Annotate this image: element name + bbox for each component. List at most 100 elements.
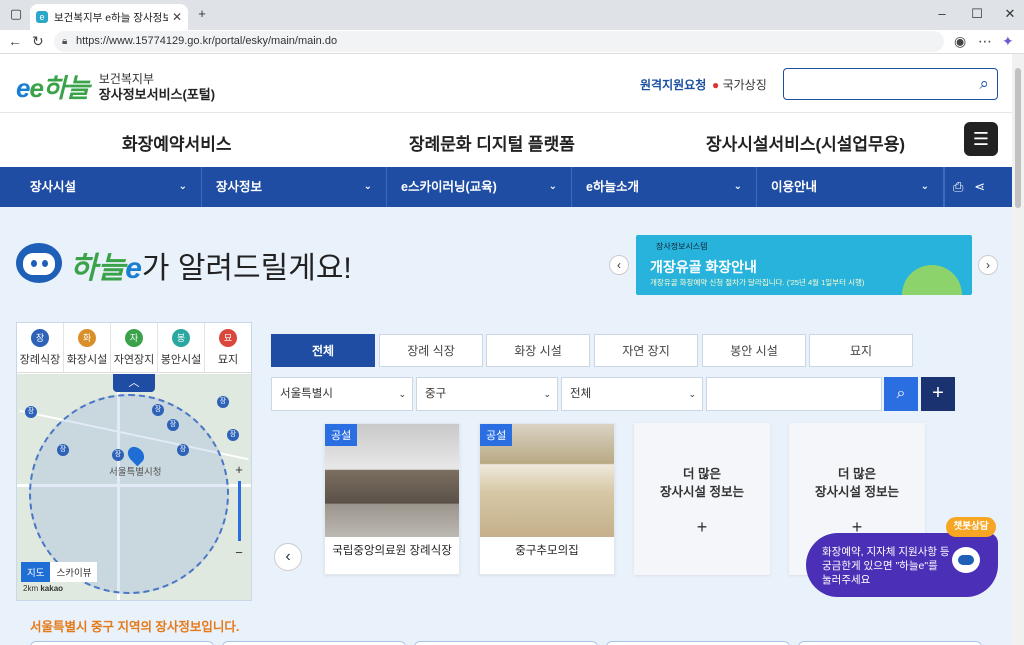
- map-pin[interactable]: 장: [112, 449, 124, 461]
- collapse-icon[interactable]: ︿: [113, 374, 155, 392]
- back-icon[interactable]: ←: [8, 33, 22, 49]
- more-info-card[interactable]: 더 많은 장사시설 정보는 +: [634, 423, 770, 575]
- facility-filter-tabs: 전체 장례 식장 화장 시설 자연 장지 봉안 시설 묘지: [271, 334, 913, 368]
- banner-prev-icon[interactable]: ‹: [609, 255, 629, 275]
- map-pin[interactable]: 장: [152, 404, 164, 416]
- map-canvas[interactable]: 장 장 장 장 장 장 장 장 서울특별시청 ︿ + − 지도 스카이뷰 2km …: [17, 374, 251, 600]
- map-category-tabs: 장 장례식장 화 화장시설 자 자연장지 봉 봉안시설 묘 묘지: [17, 323, 251, 373]
- logo-mark: ee하늘: [16, 73, 90, 103]
- filter-tab-all[interactable]: 전체: [271, 334, 375, 367]
- banner-illustration: [902, 265, 962, 295]
- gnb-elearning[interactable]: e스카이러닝(교육) ⌄: [387, 167, 572, 207]
- map-type-skyview[interactable]: 스카이뷰: [50, 562, 98, 582]
- map-pin[interactable]: 장: [227, 429, 239, 441]
- map-city-label: 서울특별시청: [109, 467, 162, 478]
- facility-card[interactable]: 공설 중구추모의집: [479, 423, 615, 575]
- map-tab-funeral-hall[interactable]: 장 장례식장: [17, 323, 64, 372]
- card-badge: 공설: [480, 424, 513, 446]
- remote-support-link[interactable]: 원격지원요청: [640, 76, 706, 93]
- global-nav-bar: 장사시설 ⌄ 장사정보 ⌄ e스카이러닝(교육) ⌄ e하늘소개 ⌄ 이용안내 ⌄ ⎙ ⋖: [0, 167, 1012, 207]
- notice-banner[interactable]: 장사정보시스템 개장유골 화장안내 개장유골 화장예약 신청 절차가 달라집니다…: [636, 235, 972, 295]
- gnb-about[interactable]: e하늘소개 ⌄: [572, 167, 757, 207]
- type-select[interactable]: 전체 ⌄: [561, 377, 703, 411]
- facility-card[interactable]: 공설 국립중앙의료원 장례식장: [324, 423, 460, 575]
- browser-tab[interactable]: e 보건복지부 e하늘 장사정보서비스 ✕: [30, 4, 188, 30]
- banner-desc: 개장유골 화장예약 신청 절차가 달라집니다. ('25년 4월 1일부터 시행…: [650, 278, 865, 287]
- map-pin[interactable]: 장: [217, 396, 229, 408]
- search-icon[interactable]: ⌕: [979, 74, 989, 94]
- plus-icon: +: [696, 517, 708, 537]
- map-tab-cemetery[interactable]: 묘 묘지: [205, 323, 251, 372]
- map-panel: 장 장례식장 화 화장시설 자 자연장지 봉 봉안시설 묘 묘지 장 장 장 장 장 장 …: [16, 322, 252, 601]
- chevron-down-icon: ⌄: [363, 181, 372, 192]
- more-icon[interactable]: ⋯: [978, 33, 992, 50]
- nav-facility-service[interactable]: 장사시설서비스(시설업무용): [706, 130, 905, 155]
- nav-cremation-reservation[interactable]: 화장예약서비스: [122, 130, 231, 155]
- chevron-down-icon: ⌄: [733, 181, 742, 192]
- hero-heading: 하늘e가 알려드릴게요!: [70, 252, 352, 285]
- map-tab-crematorium[interactable]: 화 화장시설: [64, 323, 111, 372]
- browser-titlebar: ▢ e 보건복지부 e하늘 장사정보서비스 ✕ + – ☐ ✕: [0, 0, 1024, 30]
- chevron-down-icon: ⌄: [398, 389, 406, 399]
- info-box[interactable]: [414, 641, 598, 645]
- tab-actions-icon[interactable]: ▢: [6, 6, 26, 22]
- minimize-icon[interactable]: –: [932, 6, 952, 21]
- banner-title: 개장유골 화장안내: [650, 259, 757, 275]
- reload-icon[interactable]: ↻: [32, 33, 44, 50]
- profile-icon[interactable]: ◉: [954, 33, 966, 50]
- copilot-icon[interactable]: ✦: [1002, 33, 1014, 50]
- site-search-input[interactable]: ⌕: [783, 68, 998, 100]
- card-name: 국립중앙의료원 장례식장: [332, 545, 452, 557]
- district-select[interactable]: 중구 ⌄: [416, 377, 558, 411]
- map-tab-natural-burial[interactable]: 자 자연장지: [111, 323, 158, 372]
- main-nav: 화장예약서비스 장례문화 디지털 플랫폼 장사시설서비스(시설업무용): [0, 112, 1012, 167]
- zoom-control[interactable]: + −: [231, 462, 247, 560]
- site-info-icon[interactable]: 🔒︎: [62, 31, 67, 52]
- chatbot-robot-icon[interactable]: [952, 547, 980, 573]
- facility-search-input[interactable]: [706, 377, 882, 411]
- taegeuk-icon: ●: [712, 78, 720, 92]
- filter-tab-crematorium[interactable]: 화장 시설: [486, 334, 590, 367]
- map-pin[interactable]: 장: [57, 444, 69, 456]
- map-pin[interactable]: 장: [177, 444, 189, 456]
- filter-tab-cemetery[interactable]: 묘지: [809, 334, 913, 367]
- search-button[interactable]: ⌕: [884, 377, 918, 411]
- filter-tab-natural-burial[interactable]: 자연 장지: [594, 334, 698, 367]
- gnb-guide[interactable]: 이용안내 ⌄: [757, 167, 944, 207]
- info-box[interactable]: [606, 641, 790, 645]
- print-icon[interactable]: ⎙: [953, 179, 963, 194]
- favicon-icon: e: [36, 11, 48, 23]
- cards-prev-icon[interactable]: ‹: [274, 543, 302, 571]
- close-window-icon[interactable]: ✕: [1000, 6, 1020, 22]
- menu-icon[interactable]: ☰: [964, 122, 998, 156]
- new-tab-icon[interactable]: +: [192, 6, 212, 21]
- nav-funeral-platform[interactable]: 장례문화 디지털 플랫폼: [409, 130, 575, 155]
- logo-service: 장사정보서비스(포털): [98, 86, 216, 102]
- maximize-icon[interactable]: ☐: [967, 6, 987, 22]
- info-box[interactable]: [798, 641, 982, 645]
- url-field[interactable]: 🔒︎ https://www.15774129.go.kr/portal/esk…: [54, 31, 944, 52]
- scrollbar-thumb[interactable]: [1015, 68, 1021, 208]
- url-text: https://www.15774129.go.kr/portal/esky/m…: [76, 35, 338, 47]
- gnb-facilities[interactable]: 장사시설 ⌄: [16, 167, 202, 207]
- info-box[interactable]: [222, 641, 406, 645]
- info-box[interactable]: [30, 641, 214, 645]
- scrollbar[interactable]: [1012, 54, 1024, 645]
- banner-next-icon[interactable]: ›: [978, 255, 998, 275]
- map-pin[interactable]: 장: [25, 406, 37, 418]
- close-tab-icon[interactable]: ✕: [172, 10, 182, 24]
- gnb-info[interactable]: 장사정보 ⌄: [202, 167, 387, 207]
- map-attribution: 2km kakao: [23, 584, 64, 593]
- filter-tab-columbarium[interactable]: 봉안 시설: [702, 334, 806, 367]
- add-button[interactable]: +: [921, 377, 955, 411]
- chatbot-tag[interactable]: 챗봇상담: [946, 517, 996, 537]
- national-symbol-link[interactable]: ● 국가상징: [712, 76, 767, 93]
- map-tab-columbarium[interactable]: 봉 봉안시설: [158, 323, 205, 372]
- map-pin[interactable]: 장: [167, 419, 179, 431]
- filter-tab-funeral-hall[interactable]: 장례 식장: [379, 334, 483, 367]
- share-icon[interactable]: ⋖: [974, 179, 985, 194]
- city-select[interactable]: 서울특별시 ⌄: [271, 377, 413, 411]
- map-type-map[interactable]: 지도: [21, 562, 51, 582]
- site-logo[interactable]: ee하늘 보건복지부 장사정보서비스(포털): [16, 68, 215, 105]
- more-text: 더 많은 장사시설 정보는: [660, 467, 744, 499]
